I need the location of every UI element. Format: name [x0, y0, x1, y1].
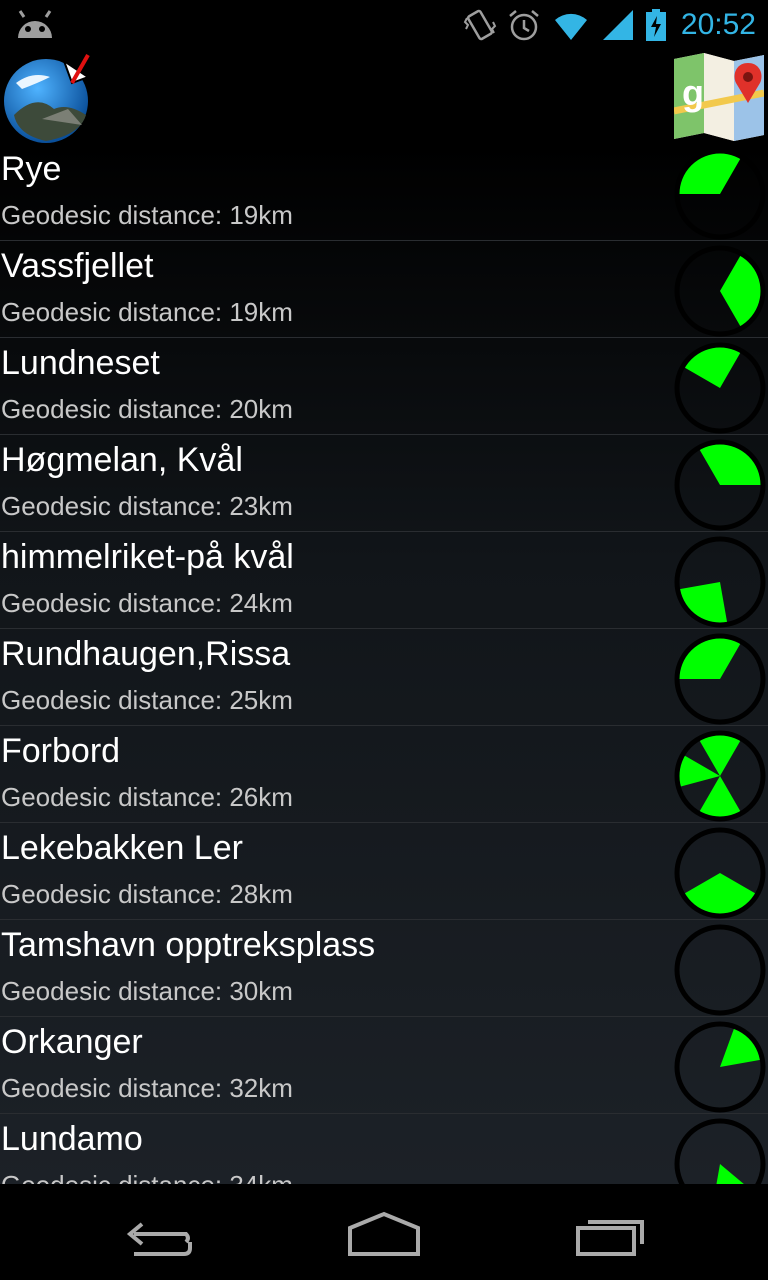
- site-name: Lundneset: [1, 344, 160, 382]
- site-list-item[interactable]: Rundhaugen,Rissa Geodesic distance: 25km: [0, 629, 768, 726]
- site-distance: Geodesic distance: 20km: [1, 394, 293, 424]
- site-distance: Geodesic distance: 19km: [1, 200, 293, 230]
- recent-apps-icon[interactable]: [570, 1204, 650, 1260]
- back-icon[interactable]: [120, 1204, 200, 1260]
- wind-direction-icon: [674, 1021, 766, 1113]
- site-list-item[interactable]: himmelriket-på kvål Geodesic distance: 24…: [0, 532, 768, 629]
- site-name: Vassfjellet: [1, 247, 154, 285]
- site-name: himmelriket-på kvål: [1, 538, 294, 576]
- wind-sector: [698, 776, 742, 820]
- site-name: Rundhaugen,Rissa: [1, 635, 291, 673]
- site-name: Tamshavn opptreksplass: [1, 926, 376, 964]
- site-list-item[interactable]: Lundamo Geodesic distance: 34km: [0, 1114, 768, 1184]
- site-distance: Geodesic distance: 30km: [1, 976, 293, 1006]
- site-list-item[interactable]: Vassfjellet Geodesic distance: 19km: [0, 241, 768, 338]
- wind-direction-icon: [674, 924, 766, 1016]
- site-distance: Geodesic distance: 26km: [1, 782, 293, 812]
- site-distance: Geodesic distance: 32km: [1, 1073, 293, 1103]
- app-header: g: [0, 50, 768, 144]
- site-list-item[interactable]: Forbord Geodesic distance: 26km: [0, 726, 768, 823]
- android-icon: [18, 10, 52, 38]
- site-list-item[interactable]: Rye Geodesic distance: 19km: [0, 144, 768, 241]
- site-distance: Geodesic distance: 25km: [1, 685, 293, 715]
- site-name: Høgmelan, Kvål: [1, 441, 243, 479]
- signal-icon: [602, 10, 633, 40]
- wind-sector: [698, 441, 763, 485]
- wind-direction-icon: [674, 536, 766, 628]
- site-list-item[interactable]: Orkanger Geodesic distance: 32km: [0, 1017, 768, 1114]
- site-distance: Geodesic distance: 34km: [1, 1170, 293, 1184]
- home-icon[interactable]: [344, 1204, 424, 1260]
- navigation-bar: [0, 1184, 768, 1280]
- wind-direction-icon: [674, 827, 766, 919]
- wind-direction-icon: [674, 633, 766, 725]
- site-name: Lekebakken Ler: [1, 829, 243, 867]
- wind-direction-icon: [674, 730, 766, 822]
- wifi-icon: [554, 13, 587, 41]
- alarm-icon: [509, 10, 539, 41]
- wind-direction-icon: [674, 439, 766, 531]
- status-bar: 20:52: [0, 0, 768, 50]
- wind-sector: [716, 1164, 744, 1184]
- battery-charging-icon: [645, 9, 666, 41]
- vibrate-icon: [463, 9, 497, 41]
- wind-compass-ring: [674, 924, 766, 1016]
- site-list-item[interactable]: Lundneset Geodesic distance: 20km: [0, 338, 768, 435]
- site-distance: Geodesic distance: 24km: [1, 588, 293, 618]
- site-distance: Geodesic distance: 19km: [1, 297, 293, 327]
- svg-text:g: g: [682, 72, 704, 113]
- wind-sector: [677, 150, 742, 194]
- site-name: Lundamo: [1, 1120, 143, 1158]
- site-name: Forbord: [1, 732, 121, 770]
- clock: 20:52: [680, 8, 756, 41]
- site-list-item[interactable]: Lekebakken Ler Geodesic distance: 28km: [0, 823, 768, 920]
- wind-direction-icon: [674, 342, 766, 434]
- paraglider-logo-icon[interactable]: [2, 53, 94, 145]
- wind-direction-icon: [674, 245, 766, 337]
- site-distance: Geodesic distance: 23km: [1, 491, 293, 521]
- site-list-item[interactable]: Tamshavn opptreksplass Geodesic distance:…: [0, 920, 768, 1017]
- site-name: Rye: [1, 150, 62, 188]
- wind-direction-icon: [674, 1118, 766, 1184]
- site-name: Orkanger: [1, 1023, 143, 1061]
- wind-direction-icon: [674, 148, 766, 240]
- site-list-item[interactable]: Høgmelan, Kvål Geodesic distance: 23km: [0, 435, 768, 532]
- google-maps-icon[interactable]: g: [674, 53, 764, 141]
- wind-sector: [677, 635, 742, 679]
- site-distance: Geodesic distance: 28km: [1, 879, 293, 909]
- wind-sector: [682, 344, 742, 388]
- site-list[interactable]: Rye Geodesic distance: 19km Vassfjellet Geo…: [0, 144, 768, 1184]
